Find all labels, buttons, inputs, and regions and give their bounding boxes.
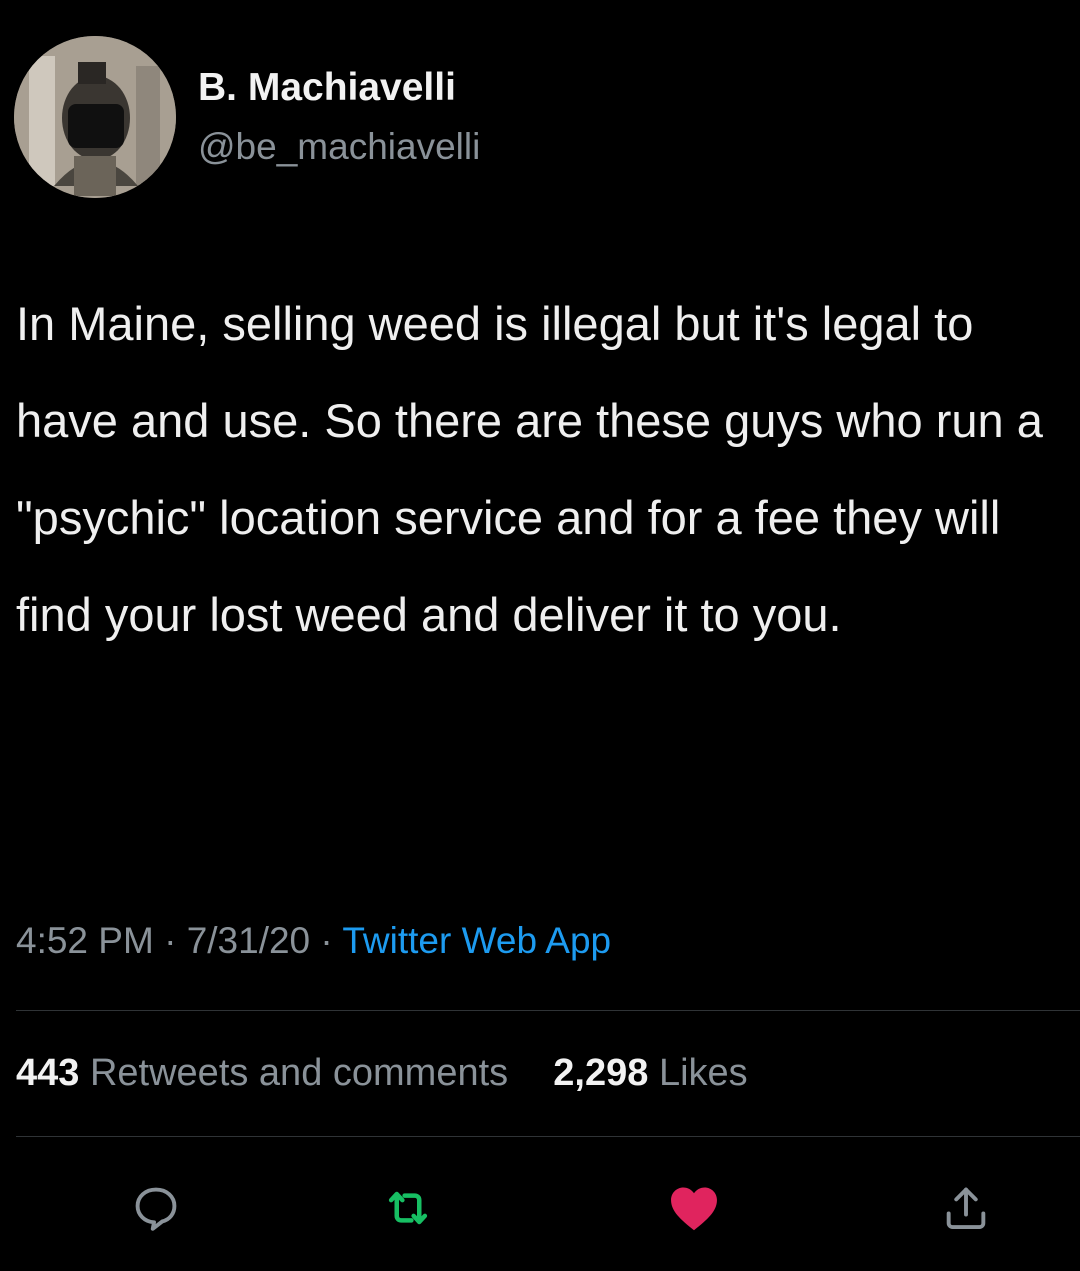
retweets-label[interactable]: Retweets and comments — [90, 1052, 508, 1094]
tweet-card: B. Machiavelli @be_machiavelli In Maine,… — [0, 0, 1080, 1271]
retweet-button[interactable] — [376, 1176, 440, 1240]
tweet-source-link[interactable]: Twitter Web App — [342, 920, 611, 961]
author-handle[interactable]: @be_machiavelli — [198, 126, 480, 168]
meta-separator: · — [320, 920, 333, 961]
reply-button[interactable] — [124, 1176, 188, 1240]
reply-icon — [135, 1187, 177, 1231]
retweet-icon — [388, 1191, 428, 1225]
tweet-actions — [0, 1170, 1080, 1250]
tweet-text: In Maine, selling weed is illegal but it… — [16, 297, 1043, 641]
tweet-date: 7/31/20 — [186, 920, 311, 961]
author-display-name[interactable]: B. Machiavelli — [198, 66, 456, 110]
tweet-stats: 443 Retweets and comments 2,298 Likes — [16, 1052, 748, 1095]
meta-separator: · — [164, 920, 177, 961]
divider — [16, 1010, 1080, 1011]
tweet-meta: 4:52 PM · 7/31/20 · Twitter Web App — [16, 920, 611, 962]
profile-photo-icon — [14, 36, 176, 198]
avatar[interactable] — [14, 36, 176, 198]
tweet-time: 4:52 PM — [16, 920, 154, 961]
likes-count[interactable]: 2,298 — [553, 1052, 648, 1094]
likes-label[interactable]: Likes — [659, 1052, 748, 1094]
divider — [16, 1136, 1080, 1137]
heart-icon — [671, 1187, 717, 1231]
share-icon — [946, 1187, 986, 1230]
like-button[interactable] — [662, 1176, 726, 1240]
retweets-count[interactable]: 443 — [16, 1052, 79, 1094]
share-button[interactable] — [934, 1176, 998, 1240]
